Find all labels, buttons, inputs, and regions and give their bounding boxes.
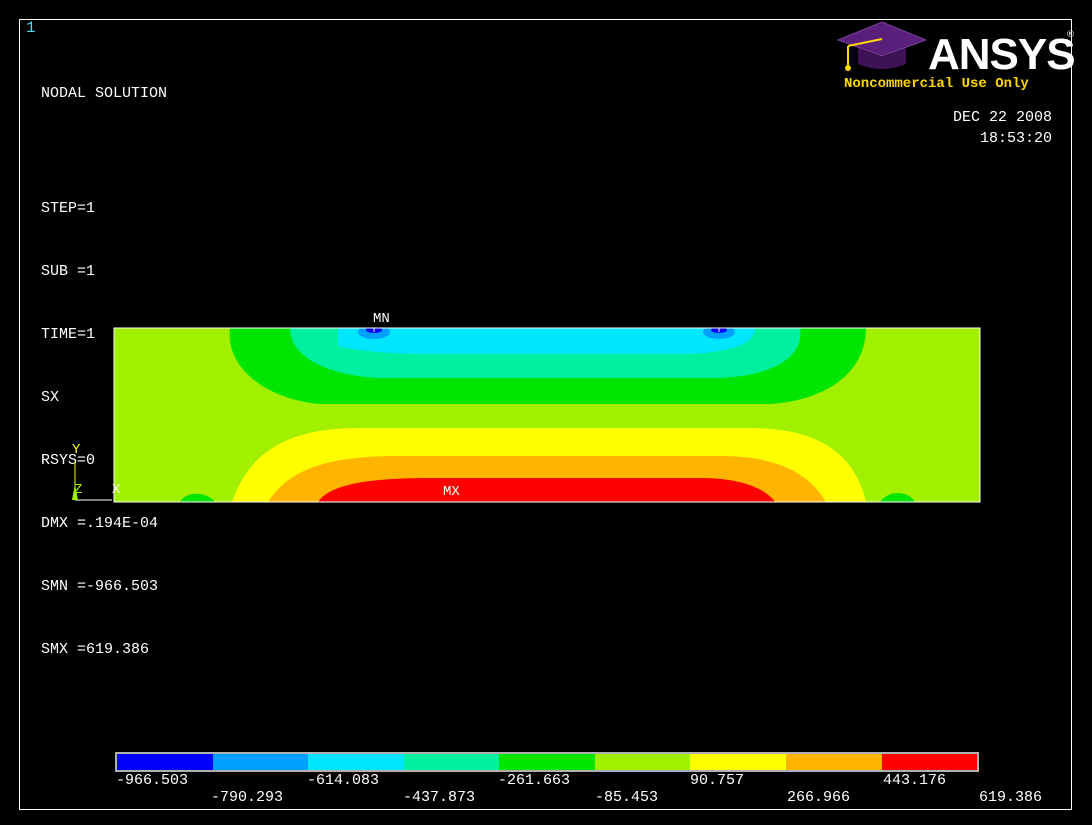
max-marker-label: MX (443, 484, 460, 500)
legend-tick: -261.663 (498, 772, 571, 789)
contour-plot (72, 327, 981, 503)
legend-swatch-8 (785, 754, 882, 770)
legend-swatch-2 (212, 754, 309, 770)
legend-swatch-1 (117, 754, 213, 770)
triad-z-label: Z (74, 482, 83, 498)
triad-y-label: Y (72, 442, 81, 458)
legend-tick: 443.176 (883, 772, 947, 789)
contour-band-9 (318, 478, 775, 502)
legend-swatch-9 (881, 754, 978, 770)
beam-contours (114, 328, 980, 502)
legend-swatch-4 (403, 754, 500, 770)
legend-tick: -85.453 (595, 789, 659, 806)
legend-tick: -614.083 (307, 772, 380, 789)
legend-swatch-6 (594, 754, 691, 770)
legend-swatch-7 (690, 754, 786, 770)
triad-x-label: X (112, 482, 121, 498)
legend-colorbar (115, 752, 979, 772)
legend-tick: 90.757 (690, 772, 745, 789)
legend-swatch-5 (499, 754, 595, 770)
legend-swatch-3 (308, 754, 404, 770)
contour-band-3-top (338, 328, 755, 354)
legend-tick: -966.503 (116, 772, 189, 789)
legend-tick: -790.293 (211, 789, 284, 806)
min-marker-label: MN (373, 311, 390, 327)
legend-tick: -437.873 (403, 789, 476, 806)
legend-tick: 266.966 (787, 789, 851, 806)
legend-tick: 619.386 (979, 789, 1043, 806)
